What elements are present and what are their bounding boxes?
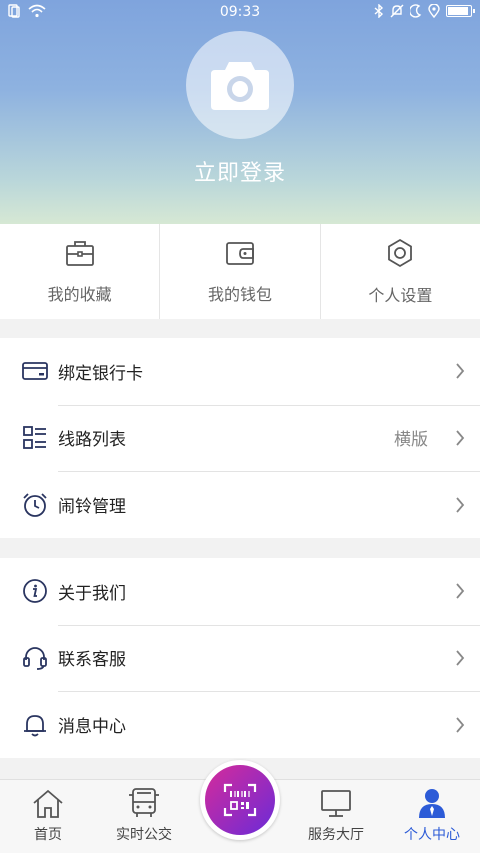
tab-realtime-bus[interactable]: 实时公交	[96, 780, 192, 853]
menu-item-label: 闹铃管理	[58, 497, 126, 518]
menu-item-label: 绑定银行卡	[58, 363, 143, 384]
bluetooth-icon	[374, 4, 384, 18]
tab-personal-center[interactable]: 个人中心	[384, 780, 480, 853]
menu-item-label: 线路列表	[58, 430, 126, 451]
menu-item-route-list[interactable]: 线路列表 横版	[0, 404, 480, 472]
tab-home[interactable]: 首页	[0, 780, 96, 853]
tab-service-hall-label: 服务大厅	[308, 827, 364, 843]
menu-item-contact-support[interactable]: 联系客服	[0, 624, 480, 692]
chevron-right-icon	[456, 717, 465, 733]
chevron-right-icon	[456, 650, 465, 666]
battery-icon	[446, 5, 475, 17]
wallet-icon	[226, 241, 254, 265]
moon-icon	[410, 4, 422, 18]
quick-actions: 我的收藏 我的钱包 个人设置	[0, 224, 480, 319]
favorites-label: 我的收藏	[47, 284, 112, 304]
chevron-right-icon	[456, 497, 465, 513]
tab-home-label: 首页	[34, 827, 62, 843]
tab-realtime-bus-label: 实时公交	[116, 827, 172, 843]
profile-header: 09:33 立即登录	[0, 0, 480, 224]
settings-button[interactable]: 个人设置	[319, 224, 480, 319]
settings-label: 个人设置	[368, 285, 433, 305]
user-icon	[419, 789, 445, 818]
menu-item-alarm-management[interactable]: 闹铃管理	[0, 471, 480, 538]
menu-item-about-us[interactable]: 关于我们	[0, 558, 480, 625]
chevron-right-icon	[456, 363, 465, 379]
menu-item-message-center[interactable]: 消息中心	[0, 691, 480, 758]
mute-bell-icon	[390, 4, 404, 18]
menu-group-support: 关于我们 联系客服 消息中心	[0, 558, 480, 758]
menu-item-bind-bank-card[interactable]: 绑定银行卡	[0, 338, 480, 405]
location-icon	[428, 4, 440, 18]
favorites-button[interactable]: 我的收藏	[0, 224, 159, 319]
wallet-label: 我的钱包	[207, 284, 272, 304]
camera-icon	[211, 62, 269, 110]
menu-item-value: 横版	[394, 430, 428, 451]
wallet-button[interactable]: 我的钱包	[159, 224, 319, 319]
menu-item-label: 联系客服	[58, 650, 126, 671]
alarm-clock-icon	[23, 493, 47, 517]
info-icon	[23, 579, 47, 604]
bell-icon	[24, 714, 46, 737]
monitor-icon	[321, 790, 351, 817]
bus-icon	[129, 788, 159, 817]
headset-icon	[23, 647, 47, 670]
gear-icon	[388, 238, 413, 267]
scan-button[interactable]	[200, 760, 280, 840]
menu-item-label: 关于我们	[58, 583, 126, 604]
bank-card-icon	[22, 362, 48, 381]
tab-personal-center-label: 个人中心	[404, 827, 460, 843]
avatar[interactable]	[186, 31, 294, 139]
status-bar: 09:33	[0, 0, 480, 26]
menu-item-label: 消息中心	[58, 717, 126, 738]
list-icon	[23, 426, 46, 449]
login-button[interactable]: 立即登录	[0, 155, 480, 187]
barcode-scan-icon	[223, 783, 257, 817]
briefcase-icon	[65, 240, 94, 266]
chevron-right-icon	[456, 583, 465, 599]
home-icon	[33, 789, 63, 818]
tab-service-hall[interactable]: 服务大厅	[288, 780, 384, 853]
chevron-right-icon	[456, 430, 465, 446]
menu-group-account: 绑定银行卡 线路列表 横版 闹铃管理	[0, 338, 480, 538]
